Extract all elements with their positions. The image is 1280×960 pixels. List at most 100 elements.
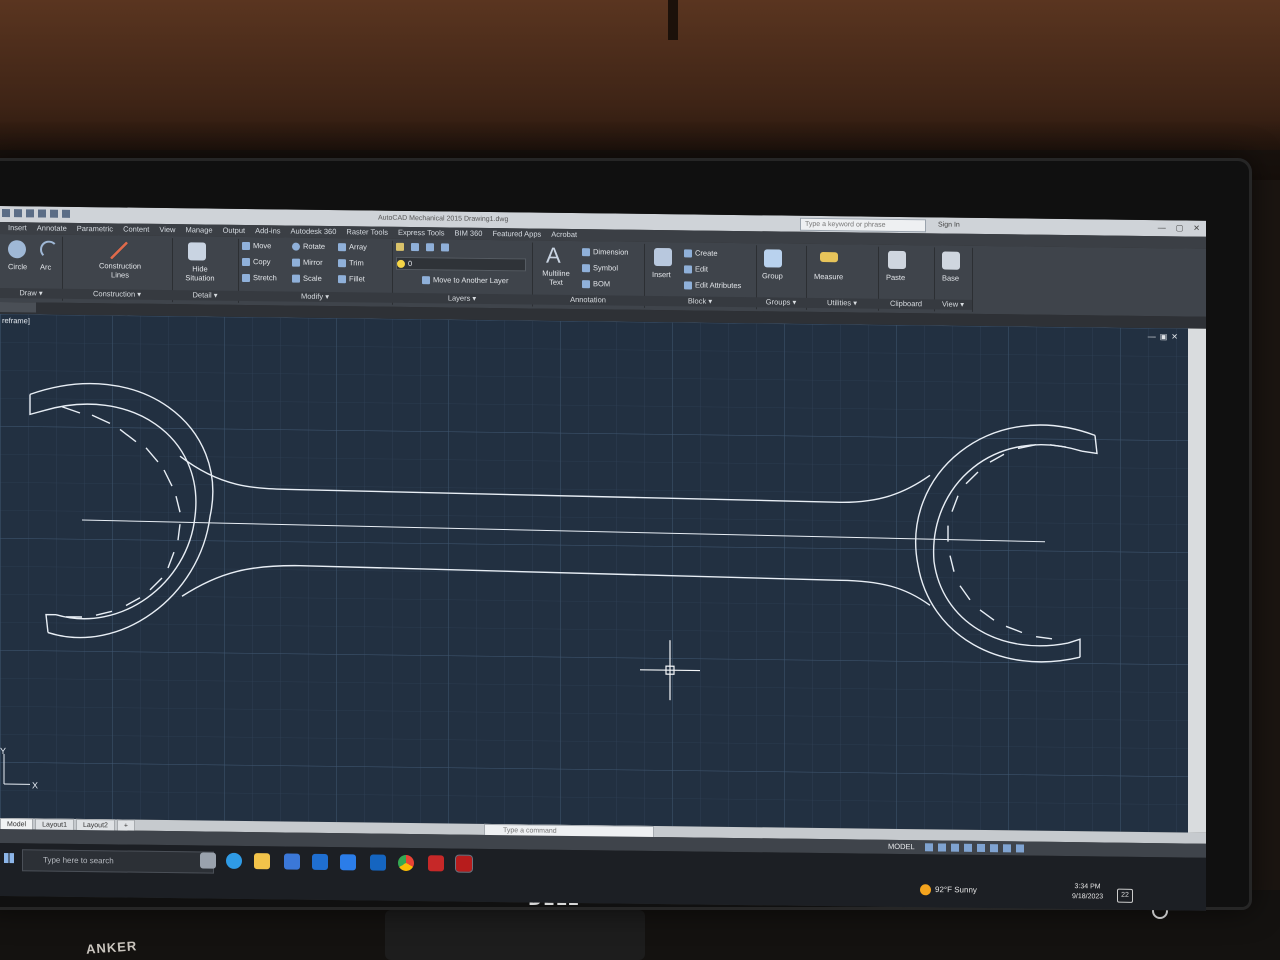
rotate-button[interactable]: Rotate (292, 242, 325, 251)
mail-icon[interactable] (312, 853, 328, 871)
redo-icon[interactable] (62, 209, 70, 218)
base-button[interactable]: Base (942, 274, 959, 283)
layer-match-icon[interactable] (426, 243, 434, 252)
osnap-toggle-icon[interactable] (977, 843, 985, 853)
array-button[interactable]: Array (338, 242, 367, 251)
layer-properties-icon[interactable] (396, 242, 404, 251)
viewport-close-icon[interactable]: ✕ (1171, 332, 1182, 341)
arc-button[interactable]: Arc (40, 262, 51, 271)
pdf-app-icon[interactable] (428, 855, 444, 872)
close-icon[interactable]: ✕ (1193, 224, 1200, 233)
layer-dropdown[interactable]: 0 (396, 256, 526, 272)
panel-label-groups[interactable]: Groups ▾ (756, 297, 806, 308)
ribbon-tab[interactable]: Express Tools (398, 227, 445, 240)
viewport-visual-style-label[interactable]: reframe] (2, 316, 30, 325)
arc-icon[interactable] (40, 240, 58, 259)
weather-widget[interactable]: 92°F Sunny (920, 884, 977, 896)
open-icon[interactable] (14, 209, 22, 218)
annotation-scale-icon[interactable] (990, 844, 998, 853)
windows-start-icon[interactable] (4, 853, 14, 864)
panel-label-view[interactable]: View ▾ (934, 299, 972, 310)
group-button[interactable]: Group (762, 271, 783, 280)
lync-icon[interactable] (340, 854, 356, 871)
ribbon-tab[interactable]: View (159, 224, 175, 236)
system-clock[interactable]: 3:34 PM 9/18/2023 (1072, 882, 1103, 902)
ribbon-tab[interactable]: Output (223, 225, 246, 237)
construction-lines-button[interactable]: Construction Lines (96, 261, 144, 280)
paste-icon[interactable] (888, 250, 906, 270)
copy-button[interactable]: Copy (242, 257, 271, 266)
ribbon-tab[interactable]: Manage (185, 224, 212, 236)
bom-button[interactable]: BOM (582, 279, 610, 288)
panel-label-layers[interactable]: Layers ▾ (392, 292, 532, 305)
edge-icon[interactable] (226, 852, 242, 869)
edit-block-button[interactable]: Edit (684, 264, 708, 274)
measure-button[interactable]: Measure (814, 272, 843, 281)
fillet-button[interactable]: Fillet (338, 274, 365, 283)
taskbar-search-input[interactable]: Type here to search (22, 849, 214, 874)
dimension-button[interactable]: Dimension (582, 247, 628, 257)
file-tab-drawing1[interactable] (0, 302, 36, 313)
panel-label-modify[interactable]: Modify ▾ (238, 290, 392, 303)
minimize-icon[interactable]: — (1158, 223, 1166, 232)
model-space-toggle[interactable]: MODEL (888, 842, 915, 851)
paste-button[interactable]: Paste (886, 273, 905, 282)
layer-state-icon[interactable] (411, 243, 419, 252)
print-icon[interactable] (38, 209, 46, 218)
circle-icon[interactable] (8, 240, 26, 259)
file-explorer-icon[interactable] (254, 853, 270, 870)
sign-in-link[interactable]: Sign In (938, 221, 960, 228)
layer-isolate-icon[interactable] (441, 243, 449, 252)
viewport-minimize-icon[interactable]: — (1148, 332, 1160, 341)
save-icon[interactable] (26, 209, 34, 218)
base-view-icon[interactable] (942, 251, 960, 270)
construction-lines-icon[interactable] (110, 241, 128, 260)
hide-situation-icon[interactable] (188, 242, 206, 261)
drawing-canvas[interactable]: Y X (0, 314, 1188, 833)
ribbon-tab[interactable]: Autodesk 360 (291, 226, 337, 239)
ribbon-tab[interactable]: Add-ins (255, 225, 280, 237)
panel-label-construction[interactable]: Construction ▾ (62, 288, 172, 301)
workspace-icon[interactable] (1003, 844, 1011, 853)
symbol-button[interactable]: Symbol (582, 263, 618, 273)
scale-button[interactable]: Scale (292, 274, 322, 283)
grid-toggle-icon[interactable] (925, 843, 933, 852)
drawing-viewport[interactable]: Y X reframe] —▣✕ (0, 314, 1188, 833)
maximize-icon[interactable]: ▢ (1176, 223, 1184, 232)
create-block-button[interactable]: Create (684, 248, 718, 258)
multiline-text-icon[interactable]: A (546, 243, 561, 269)
ribbon-tab[interactable]: Content (123, 224, 149, 236)
vertical-scrollbar[interactable] (1188, 328, 1206, 833)
move-button[interactable]: Move (242, 241, 271, 250)
insert-block-icon[interactable] (654, 247, 672, 267)
ribbon-tab[interactable]: BIM 360 (455, 228, 483, 240)
outlook-icon[interactable] (370, 854, 386, 871)
panel-label-draw[interactable]: Draw ▾ (0, 288, 62, 299)
trim-button[interactable]: Trim (338, 258, 364, 267)
task-view-icon[interactable] (200, 852, 216, 869)
mirror-button[interactable]: Mirror (292, 258, 323, 267)
store-icon[interactable] (284, 853, 300, 870)
undo-icon[interactable] (50, 209, 58, 218)
ribbon-tab[interactable]: Featured Apps (492, 228, 541, 241)
ribbon-tab[interactable]: Raster Tools (346, 226, 388, 239)
insert-button[interactable]: Insert (652, 270, 671, 279)
panel-label-detail[interactable]: Detail ▾ (172, 290, 238, 301)
move-to-another-layer-button[interactable]: Move to Another Layer (422, 275, 508, 285)
ribbon-tab[interactable]: Insert (8, 222, 27, 234)
multiline-text-button[interactable]: Multiline Text (538, 269, 574, 287)
edit-attributes-button[interactable]: Edit Attributes (684, 280, 741, 290)
notification-center[interactable]: 22 (1117, 888, 1133, 903)
ribbon-tab[interactable]: Parametric (77, 223, 113, 235)
polar-toggle-icon[interactable] (964, 843, 972, 852)
chrome-icon[interactable] (398, 854, 414, 872)
ortho-toggle-icon[interactable] (951, 843, 959, 852)
autocad-icon[interactable] (455, 854, 473, 873)
help-search-input[interactable]: Type a keyword or phrase (800, 217, 926, 233)
ribbon-tab[interactable]: Acrobat (551, 229, 577, 241)
panel-label-utilities[interactable]: Utilities ▾ (806, 297, 878, 309)
circle-button[interactable]: Circle (8, 262, 27, 271)
hide-situation-button[interactable]: Hide Situation (180, 264, 220, 282)
customize-icon[interactable] (1016, 844, 1024, 853)
group-icon[interactable] (764, 249, 782, 268)
